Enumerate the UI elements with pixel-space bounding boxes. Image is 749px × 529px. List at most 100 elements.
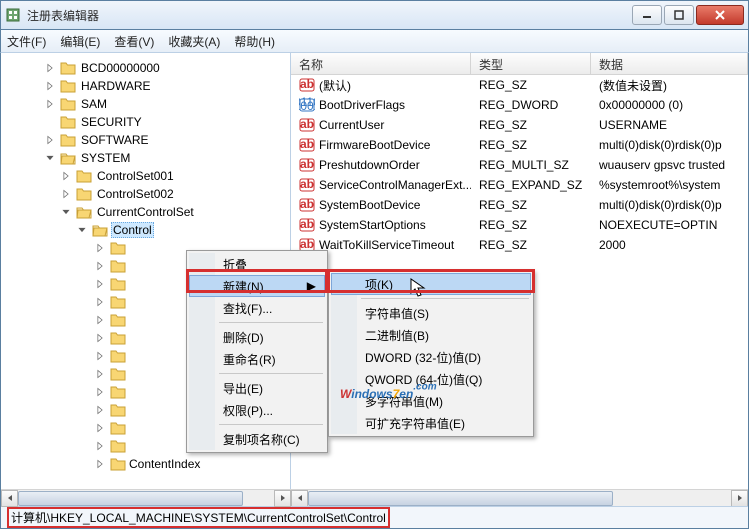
tree-node[interactable]: BCD00000000 <box>43 59 290 77</box>
menu-help[interactable]: 帮助(H) <box>234 33 275 50</box>
expander-icon[interactable] <box>43 97 57 111</box>
ctx-new-multi[interactable]: 多字符串值(M) <box>331 390 531 412</box>
folder-icon <box>110 348 126 364</box>
maximize-button[interactable] <box>664 5 694 25</box>
value-type: REG_DWORD <box>471 98 591 112</box>
expander-icon[interactable] <box>93 277 107 291</box>
tree-node[interactable]: SAM <box>43 95 290 113</box>
list-hscroll[interactable] <box>291 489 748 506</box>
ctx-new[interactable]: 新建(N)▶ <box>189 275 325 297</box>
ctx-find[interactable]: 查找(F)... <box>189 297 325 319</box>
close-button[interactable] <box>696 5 744 25</box>
expander-icon[interactable] <box>43 151 57 165</box>
menu-view[interactable]: 查看(V) <box>114 33 154 50</box>
tree-label: HARDWARE <box>79 79 153 93</box>
expander-icon[interactable] <box>93 259 107 273</box>
ctx-copyname[interactable]: 复制项名称(C) <box>189 428 325 450</box>
expander-icon[interactable] <box>93 295 107 309</box>
titlebar[interactable]: 注册表编辑器 <box>0 0 749 30</box>
expander-icon[interactable] <box>93 439 107 453</box>
menu-favorites[interactable]: 收藏夹(A) <box>168 33 220 50</box>
menu-file[interactable]: 文件(F) <box>7 33 46 50</box>
col-type[interactable]: 类型 <box>471 53 591 74</box>
col-data[interactable]: 数据 <box>591 53 748 74</box>
expander-icon[interactable] <box>75 223 89 237</box>
tree-label: ControlSet001 <box>95 169 176 183</box>
tree-hscroll[interactable] <box>1 489 291 506</box>
value-name: FirmwareBootDevice <box>319 138 430 152</box>
expander-icon[interactable] <box>93 421 107 435</box>
list-row[interactable]: ServiceControlManagerExt... REG_EXPAND_S… <box>291 175 748 195</box>
value-name: SystemBootDevice <box>319 198 420 212</box>
scroll-left-button[interactable] <box>291 490 308 507</box>
ctx-new-qword[interactable]: QWORD (64-位)值(Q) <box>331 368 531 390</box>
tree-node[interactable]: SYSTEM <box>43 149 290 167</box>
ctx-delete[interactable]: 删除(D) <box>189 326 325 348</box>
expander-icon[interactable] <box>43 79 57 93</box>
tree-node[interactable]: CurrentControlSet <box>59 203 290 221</box>
expander-icon[interactable] <box>93 457 107 471</box>
ctx-new-dword[interactable]: DWORD (32-位)值(D) <box>331 346 531 368</box>
value-data: USERNAME <box>591 118 748 132</box>
value-data: multi(0)disk(0)rdisk(0)p <box>591 198 748 212</box>
expander-icon[interactable] <box>93 349 107 363</box>
tree-node[interactable]: ControlSet001 <box>59 167 290 185</box>
expander-icon[interactable] <box>59 187 73 201</box>
tree-node[interactable]: ControlSet002 <box>59 185 290 203</box>
tree-node[interactable]: SOFTWARE <box>43 131 290 149</box>
expander-icon[interactable] <box>59 169 73 183</box>
value-type: REG_SZ <box>471 78 591 92</box>
folder-icon <box>76 204 92 220</box>
ctx-perms[interactable]: 权限(P)... <box>189 399 325 421</box>
expander-icon[interactable] <box>93 367 107 381</box>
window-title: 注册表编辑器 <box>27 7 632 24</box>
list-header: 名称 类型 数据 <box>291 53 748 75</box>
list-row[interactable]: CurrentUser REG_SZ USERNAME <box>291 115 748 135</box>
folder-icon <box>110 366 126 382</box>
value-type: REG_SZ <box>471 238 591 252</box>
list-row[interactable]: FirmwareBootDevice REG_SZ multi(0)disk(0… <box>291 135 748 155</box>
list-row[interactable]: BootDriverFlags REG_DWORD 0x00000000 (0) <box>291 95 748 115</box>
value-data: NOEXECUTE=OPTIN <box>591 218 748 232</box>
list-row[interactable]: PreshutdownOrder REG_MULTI_SZ wuauserv g… <box>291 155 748 175</box>
expander-icon[interactable] <box>43 61 57 75</box>
ctx-export[interactable]: 导出(E) <box>189 377 325 399</box>
value-icon <box>299 117 315 133</box>
folder-icon <box>60 132 76 148</box>
folder-icon <box>110 402 126 418</box>
col-name[interactable]: 名称 <box>291 53 471 74</box>
ctx-new-expand[interactable]: 可扩充字符串值(E) <box>331 412 531 434</box>
expander-icon[interactable] <box>59 205 73 219</box>
list-row[interactable]: (默认) REG_SZ (数值未设置) <box>291 75 748 95</box>
tree-node[interactable]: HARDWARE <box>43 77 290 95</box>
value-name: WaitToKillServiceTimeout <box>319 238 454 252</box>
value-name: ServiceControlManagerExt... <box>319 178 471 192</box>
tree-label: SOFTWARE <box>79 133 151 147</box>
ctx-collapse[interactable]: 折叠 <box>189 253 325 275</box>
expander-icon[interactable] <box>93 403 107 417</box>
tree-node[interactable]: SECURITY <box>43 113 290 131</box>
list-row[interactable]: SystemBootDevice REG_SZ multi(0)disk(0)r… <box>291 195 748 215</box>
tree-node[interactable]: Control <box>75 221 290 239</box>
tree-node[interactable]: ContentIndex <box>93 455 290 473</box>
expander-icon[interactable] <box>93 241 107 255</box>
list-row[interactable]: SystemStartOptions REG_SZ NOEXECUTE=OPTI… <box>291 215 748 235</box>
list-row[interactable]: WaitToKillServiceTimeout REG_SZ 2000 <box>291 235 748 255</box>
minimize-button[interactable] <box>632 5 662 25</box>
ctx-new-string[interactable]: 字符串值(S) <box>331 302 531 324</box>
ctx-rename[interactable]: 重命名(R) <box>189 348 325 370</box>
folder-icon <box>110 312 126 328</box>
ctx-new-binary[interactable]: 二进制值(B) <box>331 324 531 346</box>
expander-icon[interactable] <box>43 133 57 147</box>
value-data: wuauserv gpsvc trusted <box>591 158 748 172</box>
expander-icon[interactable] <box>93 313 107 327</box>
folder-icon <box>110 384 126 400</box>
expander-icon[interactable] <box>93 331 107 345</box>
folder-icon <box>110 438 126 454</box>
mouse-cursor-icon <box>410 278 426 298</box>
ctx-new-key[interactable]: 项(K) <box>331 273 531 295</box>
value-name: SystemStartOptions <box>319 218 426 232</box>
menu-edit[interactable]: 编辑(E) <box>60 33 100 50</box>
scroll-right-button[interactable] <box>731 490 748 507</box>
expander-icon[interactable] <box>93 385 107 399</box>
